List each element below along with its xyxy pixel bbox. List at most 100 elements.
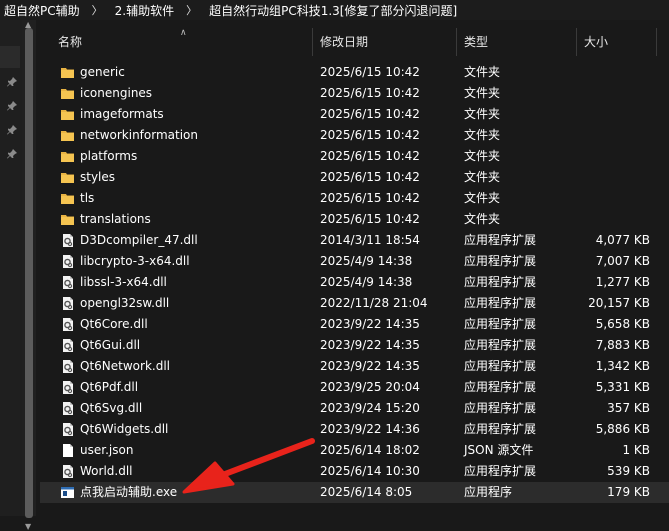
file-type: 应用程序扩展 — [464, 317, 537, 331]
file-row[interactable]: Qt6Gui.dll 2023/9/22 14:35 应用程序扩展 7,883 KB — [40, 335, 669, 356]
dll-icon — [60, 380, 75, 395]
file-size: 179 KB — [607, 485, 650, 499]
file-list: generic 2025/6/15 10:42 文件夹 iconengines 2025… — [40, 62, 669, 503]
column-divider[interactable] — [656, 28, 657, 56]
file-type: 应用程序扩展 — [464, 254, 537, 268]
file-row[interactable]: Qt6Core.dll 2023/9/22 14:35 应用程序扩展 5,658 KB — [40, 314, 669, 335]
dll-icon — [60, 401, 75, 416]
file-row[interactable]: Qt6Pdf.dll 2023/9/25 20:04 应用程序扩展 5,331 KB — [40, 377, 669, 398]
file-row[interactable]: libssl-3-x64.dll 2025/4/9 14:38 应用程序扩展 1,27… — [40, 272, 669, 293]
file-date: 2025/6/15 10:42 — [320, 86, 420, 100]
file-row[interactable]: styles 2025/6/15 10:42 文件夹 — [40, 167, 669, 188]
file-row[interactable]: translations 2025/6/15 10:42 文件夹 — [40, 209, 669, 230]
dll-icon — [60, 422, 75, 437]
column-header-date[interactable]: 修改日期 — [314, 28, 460, 56]
file-size: 539 KB — [607, 464, 650, 478]
file-size: 5,886 KB — [595, 422, 650, 436]
file-name: 点我启动辅助.exe — [80, 485, 178, 499]
file-size: 7,883 KB — [595, 338, 650, 352]
file-date: 2025/6/15 10:42 — [320, 65, 420, 79]
file-type: 应用程序扩展 — [464, 359, 537, 373]
file-name: imageformats — [80, 107, 164, 121]
file-type: JSON 源文件 — [464, 443, 534, 457]
file-date: 2025/6/15 10:42 — [320, 191, 420, 205]
file-row[interactable]: tls 2025/6/15 10:42 文件夹 — [40, 188, 669, 209]
column-header-type[interactable]: 类型 — [458, 28, 580, 56]
column-header-size[interactable]: 大小 — [578, 28, 664, 56]
column-header-name[interactable]: 名称 — [52, 28, 316, 56]
file-type: 文件夹 — [464, 149, 501, 163]
file-size: 7,007 KB — [595, 254, 650, 268]
pin-icon[interactable] — [6, 124, 18, 136]
folder-icon — [60, 128, 75, 143]
nav-selected-item[interactable] — [0, 46, 20, 68]
file-row[interactable]: iconengines 2025/6/15 10:42 文件夹 — [40, 83, 669, 104]
dll-icon — [60, 464, 75, 479]
breadcrumb-separator-icon[interactable]: 〉 — [186, 2, 197, 18]
file-type: 文件夹 — [464, 86, 501, 100]
file-row[interactable]: Qt6Network.dll 2023/9/22 14:35 应用程序扩展 1,342… — [40, 356, 669, 377]
file-row[interactable]: platforms 2025/6/15 10:42 文件夹 — [40, 146, 669, 167]
file-date: 2025/6/15 10:42 — [320, 149, 420, 163]
file-row[interactable]: imageformats 2025/6/15 10:42 文件夹 — [40, 104, 669, 125]
file-date: 2023/9/22 14:36 — [320, 422, 420, 436]
scrollbar-thumb[interactable] — [25, 28, 33, 518]
file-type: 应用程序扩展 — [464, 380, 537, 394]
column-divider[interactable] — [576, 28, 577, 56]
file-date: 2023/9/22 14:35 — [320, 359, 420, 373]
column-header-row: ∧ 名称 修改日期 类型 大小 — [40, 28, 669, 56]
file-name: libcrypto-3-x64.dll — [80, 254, 190, 268]
file-date: 2025/4/9 14:38 — [320, 254, 413, 268]
file-size: 5,658 KB — [595, 317, 650, 331]
file-name: Qt6Gui.dll — [80, 338, 141, 352]
file-name: generic — [80, 65, 125, 79]
file-name: World.dll — [80, 464, 133, 478]
breadcrumb-item[interactable]: 2.辅助软件 — [113, 2, 176, 19]
file-name: tls — [80, 191, 95, 205]
dll-icon — [60, 233, 75, 248]
file-name: libssl-3-x64.dll — [80, 275, 167, 289]
file-size: 5,331 KB — [595, 380, 650, 394]
file-row[interactable]: opengl32sw.dll 2022/11/28 21:04 应用程序扩展 20,1… — [40, 293, 669, 314]
file-row[interactable]: Qt6Widgets.dll 2023/9/22 14:36 应用程序扩展 5,886… — [40, 419, 669, 440]
file-date: 2025/6/14 10:30 — [320, 464, 420, 478]
file-type: 应用程序扩展 — [464, 338, 537, 352]
file-row[interactable]: libcrypto-3-x64.dll 2025/4/9 14:38 应用程序扩展 7… — [40, 251, 669, 272]
file-name: user.json — [80, 443, 134, 457]
breadcrumb-separator-icon[interactable]: 〉 — [92, 2, 103, 18]
file-name: networkinformation — [80, 128, 198, 142]
breadcrumb-item[interactable]: 超自然行动组PC科技1.3[修复了部分闪退问题] — [207, 2, 459, 19]
dll-icon — [60, 317, 75, 332]
dll-icon — [60, 338, 75, 353]
dll-icon — [60, 254, 75, 269]
file-name: iconengines — [80, 86, 153, 100]
breadcrumb-item[interactable]: 超自然PC辅助 — [0, 2, 82, 19]
pin-icon[interactable] — [6, 76, 18, 88]
file-row[interactable]: user.json 2025/6/14 18:02 JSON 源文件 1 KB — [40, 440, 669, 461]
file-date: 2025/6/15 10:42 — [320, 128, 420, 142]
file-row[interactable]: World.dll 2025/6/14 10:30 应用程序扩展 539 KB — [40, 461, 669, 482]
navigation-pane — [0, 20, 22, 516]
file-row[interactable]: 点我启动辅助.exe 2025/6/14 8:05 应用程序 179 KB — [40, 482, 669, 503]
file-name: Qt6Svg.dll — [80, 401, 143, 415]
pin-icon[interactable] — [6, 100, 18, 112]
file-name: Qt6Core.dll — [80, 317, 148, 331]
file-name: opengl32sw.dll — [80, 296, 170, 310]
file-size: 4,077 KB — [595, 233, 650, 247]
column-divider[interactable] — [312, 28, 313, 56]
file-row[interactable]: networkinformation 2025/6/15 10:42 文件夹 — [40, 125, 669, 146]
file-type: 应用程序扩展 — [464, 422, 537, 436]
scroll-down-arrow-icon[interactable]: ▼ — [25, 522, 31, 531]
file-name: styles — [80, 170, 116, 184]
file-type: 文件夹 — [464, 212, 501, 226]
file-name: platforms — [80, 149, 138, 163]
pin-icon[interactable] — [6, 148, 18, 160]
file-row[interactable]: D3Dcompiler_47.dll 2014/3/11 18:54 应用程序扩展 4… — [40, 230, 669, 251]
file-row[interactable]: Qt6Svg.dll 2023/9/24 15:20 应用程序扩展 357 KB — [40, 398, 669, 419]
file-name: translations — [80, 212, 151, 226]
vertical-scrollbar[interactable]: ▲ ▼ — [22, 20, 36, 531]
file-type: 应用程序扩展 — [464, 275, 537, 289]
file-type: 文件夹 — [464, 128, 501, 142]
column-divider[interactable] — [456, 28, 457, 56]
file-row[interactable]: generic 2025/6/15 10:42 文件夹 — [40, 62, 669, 83]
